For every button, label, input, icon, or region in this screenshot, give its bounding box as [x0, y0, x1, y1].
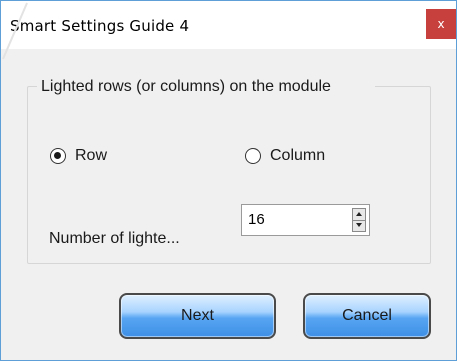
row-radio[interactable]: Row	[50, 147, 107, 165]
close-icon: x	[437, 17, 445, 31]
close-button[interactable]: x	[426, 9, 456, 39]
settings-dialog: Smart Settings Guide 4 x Lighted rows (o…	[0, 0, 457, 361]
spin-down-button[interactable]	[353, 220, 365, 231]
lighted-count-spinbox[interactable]: 16	[241, 204, 370, 236]
cancel-button[interactable]: Cancel	[303, 293, 431, 339]
column-radio[interactable]: Column	[245, 147, 325, 165]
column-radio-indicator[interactable]	[245, 148, 261, 164]
chevron-up-icon	[356, 212, 362, 216]
window-title: Smart Settings Guide 4	[10, 17, 190, 35]
column-radio-label: Column	[270, 147, 326, 164]
title-bar[interactable]: Smart Settings Guide 4 x	[1, 1, 456, 49]
next-button[interactable]: Next	[119, 293, 276, 339]
row-radio-label: Row	[75, 147, 108, 164]
chevron-down-icon	[356, 223, 362, 227]
lighted-count-label: Number of lighte...	[49, 230, 180, 247]
groupbox-legend: Lighted rows (or columns) on the module	[37, 77, 375, 97]
spin-buttons	[352, 208, 366, 232]
row-radio-indicator[interactable]	[50, 148, 66, 164]
lighted-count-value[interactable]: 16	[248, 211, 265, 228]
